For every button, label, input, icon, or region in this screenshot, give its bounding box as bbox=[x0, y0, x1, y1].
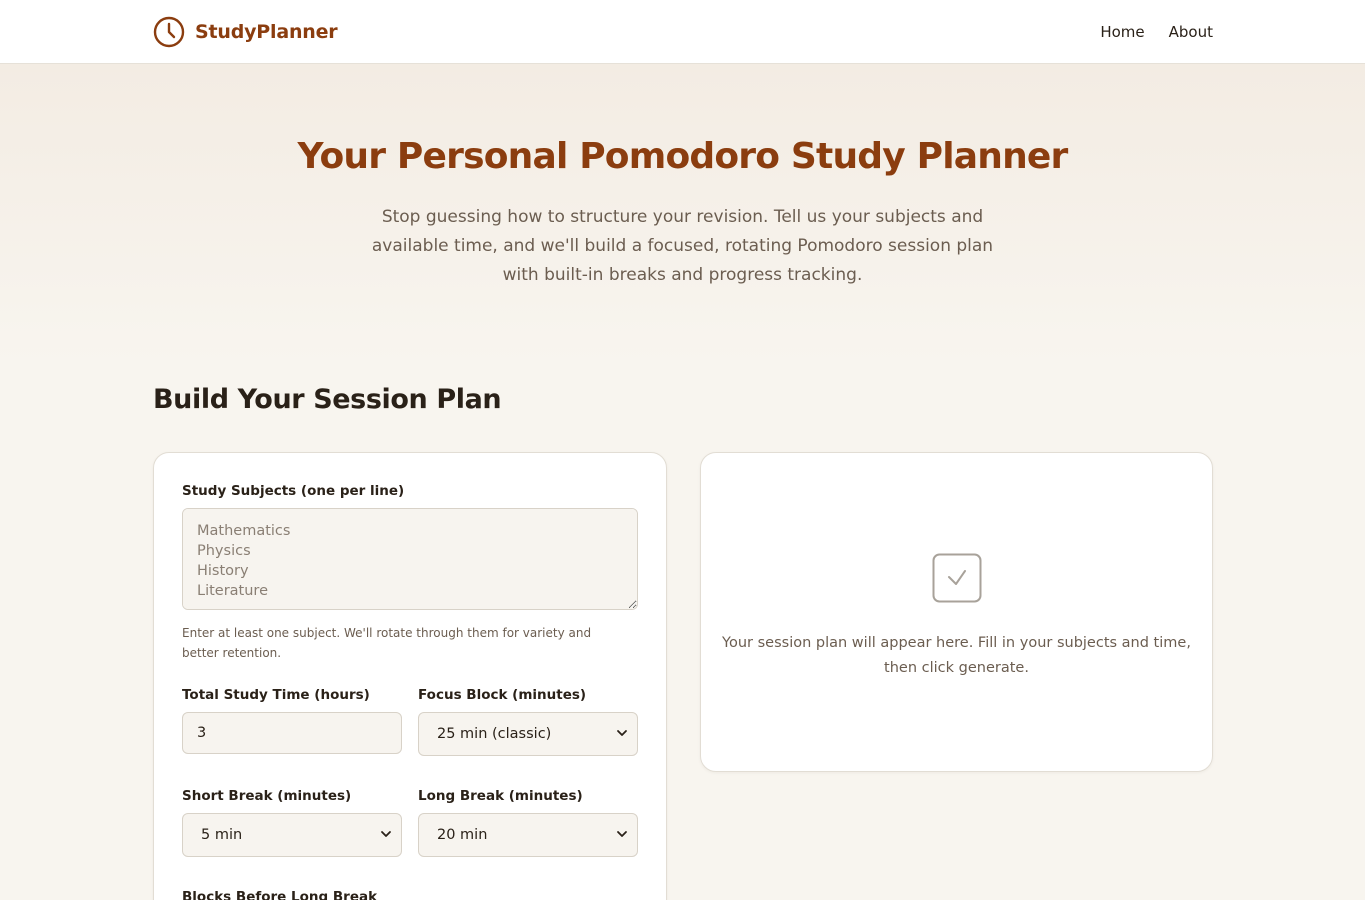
hero-subtitle: Stop guessing how to structure your revi… bbox=[371, 207, 994, 285]
blocks-before-long-break-label: Blocks Before Long Break bbox=[182, 889, 378, 900]
total-time-label: Total Study Time (hours) bbox=[182, 687, 370, 703]
long-break-select[interactable]: 20 min bbox=[418, 813, 638, 857]
total-time-input[interactable] bbox=[182, 712, 402, 754]
total-time-field: Total Study Time (hours) bbox=[182, 687, 402, 756]
checkbox-icon bbox=[932, 553, 981, 603]
short-break-select[interactable]: 5 min bbox=[182, 813, 402, 857]
short-break-label: Short Break (minutes) bbox=[182, 788, 352, 804]
short-break-value: 5 min bbox=[182, 813, 402, 857]
focus-block-select[interactable]: 25 min (classic) bbox=[418, 712, 638, 756]
top-navbar: StudyPlanner Home About bbox=[0, 0, 1365, 64]
long-break-label: Long Break (minutes) bbox=[418, 788, 583, 804]
clock-icon bbox=[153, 16, 185, 47]
chevron-down-icon bbox=[381, 831, 391, 837]
short-break-field: Short Break (minutes) 5 min bbox=[182, 788, 402, 857]
subjects-textarea[interactable] bbox=[182, 508, 638, 610]
form-row-time-focus: Total Study Time (hours) Focus Block (mi… bbox=[182, 687, 638, 756]
plan-placeholder-text: Your session plan will appear here. Fill… bbox=[722, 635, 1191, 676]
session-form-card: Study Subjects (one per line) Enter at l… bbox=[153, 452, 667, 900]
nav-links: Home About bbox=[1100, 23, 1213, 41]
hero-title: Your Personal Pomodoro Study Planner bbox=[297, 136, 1069, 177]
hero-section: Your Personal Pomodoro Study Planner Sto… bbox=[0, 64, 1365, 364]
subjects-label: Study Subjects (one per line) bbox=[182, 483, 405, 499]
focus-block-value: 25 min (classic) bbox=[418, 712, 638, 756]
brand-name: StudyPlanner bbox=[195, 20, 338, 43]
session-plan-card: Your session plan will appear here. Fill… bbox=[700, 452, 1213, 772]
long-break-value: 20 min bbox=[418, 813, 638, 857]
nav-link-home[interactable]: Home bbox=[1100, 23, 1144, 41]
blocks-before-long-break-field: Blocks Before Long Break bbox=[182, 889, 638, 900]
brand-logo-link[interactable]: StudyPlanner bbox=[153, 16, 338, 48]
long-break-field: Long Break (minutes) 20 min bbox=[418, 788, 638, 857]
builder-section: Build Your Session Plan Study Subjects (… bbox=[0, 384, 1365, 900]
builder-columns: Study Subjects (one per line) Enter at l… bbox=[153, 452, 1213, 900]
chevron-down-icon bbox=[617, 730, 627, 736]
nav-link-about[interactable]: About bbox=[1169, 23, 1213, 41]
chevron-down-icon bbox=[617, 831, 627, 837]
form-row-breaks: Short Break (minutes) 5 min Long Break (… bbox=[182, 788, 638, 857]
focus-block-field: Focus Block (minutes) 25 min (classic) bbox=[418, 687, 638, 756]
subjects-help-text: Enter at least one subject. We'll rotate… bbox=[182, 626, 592, 660]
focus-block-label: Focus Block (minutes) bbox=[418, 687, 587, 703]
section-title: Build Your Session Plan bbox=[153, 384, 502, 415]
